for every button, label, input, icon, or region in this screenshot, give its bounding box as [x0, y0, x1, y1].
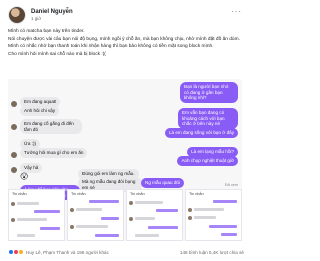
thumbnail-label: Tin nhắn [189, 192, 204, 196]
message-line [135, 201, 163, 204]
chat-avatar [11, 101, 17, 107]
message-line [89, 200, 119, 203]
message-line [209, 225, 237, 228]
message-line [101, 217, 119, 220]
message-line [34, 210, 60, 213]
chat-message-received: Tưởng hỏi mua gì cho em ăn [20, 148, 88, 158]
message-line [95, 234, 119, 237]
message-line [76, 208, 102, 211]
chat-avatar [11, 152, 17, 158]
post-body: Mình có matcha bạn này trên tinder. Nói … [8, 29, 244, 60]
chat-avatar [188, 216, 192, 220]
post-footer: Huy Lê, Phạm Thanh và 196 người khác 148… [8, 249, 244, 255]
chat-thumbnail[interactable]: Tin nhắn [126, 189, 183, 241]
author-avatar[interactable] [8, 6, 26, 24]
message-line [17, 218, 47, 221]
chat-avatar [11, 124, 17, 130]
message-line [221, 233, 237, 236]
post-paragraph: Mình có nhắc nhở bạn thanh toán khi nhận… [8, 44, 214, 50]
chat-thumbnails: Tin nhắn Tin nhắn Tin nhắn Tin nhắn [8, 189, 242, 241]
engagement-stats: 148 bình luận 5,4K lượt chia sẻ [180, 250, 244, 255]
message-line [194, 216, 216, 219]
chat-message-received: Em đang cố gắng đi đến tầm đó [20, 119, 82, 135]
more-options-icon[interactable]: ··· [231, 7, 242, 16]
chat-message-received: Anh hỏi chi vậy [20, 106, 60, 116]
post-paragraph: Nói chuyện được vài câu bạn nói độ bụng,… [8, 36, 240, 42]
chat-thumbnail[interactable]: Tin nhắn [185, 189, 242, 241]
message-line [148, 226, 178, 229]
chat-message-sent: Bạn là người bạn nhỏ có đang ở gần bạn k… [180, 82, 238, 103]
chat-avatar [11, 218, 15, 222]
chat-avatar [70, 208, 74, 212]
chat-message-sent: Em vẫn bạn đang có khoảng cách với bạn c… [178, 108, 238, 129]
message-line [156, 209, 178, 212]
shares-count[interactable]: 5,4K lượt chia sẻ [209, 250, 244, 255]
chat-avatar [129, 217, 133, 221]
post-paragraph: Cho mình hỏi mình sai chỗ nào mà bị bloc… [8, 52, 106, 58]
message-line [135, 234, 159, 237]
chat-message-sent: Anh chụp nghiệt thuật giờ [177, 156, 238, 166]
message-line [213, 200, 237, 203]
message-line [40, 227, 60, 230]
thumbnail-label: Tin nhắn [71, 192, 86, 196]
message-line [17, 234, 35, 237]
message-line [17, 202, 39, 205]
reactions-summary[interactable]: Huy Lê, Phạm Thanh và 196 người khác [8, 249, 109, 255]
chat-thumbnail[interactable]: Tin nhắn [67, 189, 124, 241]
chat-thumbnail[interactable]: Tin nhắn [8, 189, 65, 241]
chat-message-sent: Ng mẫu quau đói [141, 178, 184, 188]
comments-count[interactable]: 148 bình luận [180, 250, 208, 255]
message-line [135, 217, 155, 220]
post-time[interactable]: 1 giờ [31, 16, 73, 22]
reactions-text: Huy Lê, Phạm Thanh và 196 người khác [26, 249, 109, 255]
thumbnail-label: Tin nhắn [12, 192, 27, 196]
message-line [76, 225, 108, 228]
author-name[interactable]: Daniel Nguyễn [31, 9, 73, 16]
chat-message-sent: Là em đang sống với bạn ở đây [164, 128, 238, 138]
emoji-sticker-icon: 😮 [20, 172, 29, 181]
chat-avatar [11, 167, 17, 173]
chat-avatar [188, 208, 192, 212]
chat-avatar [70, 225, 74, 229]
thumbnail-label: Tin nhắn [130, 192, 145, 196]
post-paragraph: Mình có matcha bạn này trên tinder. [8, 29, 85, 34]
chat-avatar [11, 202, 15, 206]
seen-indicator: Đã xem [224, 183, 238, 187]
chat-avatar [129, 201, 133, 205]
message-line [194, 208, 224, 211]
haha-reaction-icon [18, 249, 24, 255]
